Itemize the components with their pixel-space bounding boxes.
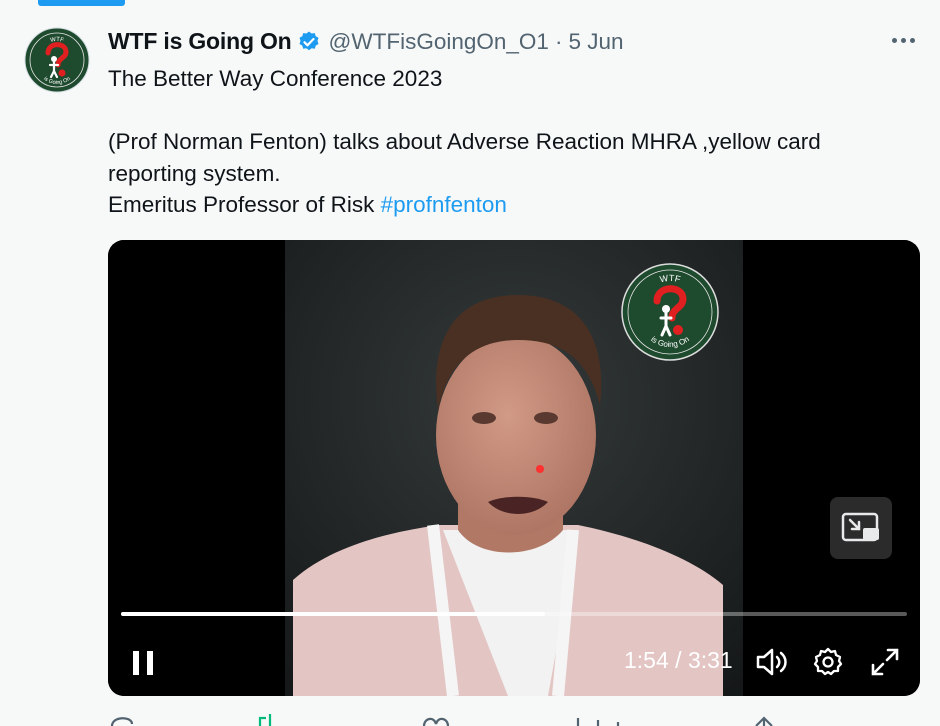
progress-fill — [121, 612, 546, 616]
retweet-icon — [258, 714, 272, 726]
fullscreen-icon — [871, 648, 899, 676]
views-icon — [576, 718, 620, 726]
hashtag-link[interactable]: #profnfenton — [381, 192, 507, 217]
avatar[interactable]: WTF is Going On — [24, 27, 90, 93]
tweet-text-line: The Better Way Conference 2023 — [108, 66, 443, 91]
tweet-text-line: Emeritus Professor of Risk #profnfenton — [108, 189, 908, 221]
tweet-text: The Better Way Conference 2023 (Prof Nor… — [108, 63, 908, 221]
display-name[interactable]: WTF is Going On — [108, 28, 292, 55]
verified-badge-icon — [299, 31, 319, 50]
picture-in-picture-button[interactable] — [830, 497, 892, 559]
progress-bar[interactable] — [121, 612, 907, 616]
settings-button[interactable] — [810, 643, 846, 681]
current-time: 1:54 — [624, 647, 669, 673]
tweet-text-line: reporting system. — [108, 160, 281, 186]
separator-dot: · — [554, 28, 563, 54]
like-icon — [422, 717, 450, 726]
tweet-header: WTF is Going On @WTFisGoingOn_O1 · 5 Jun — [108, 28, 623, 55]
tweet-actions-partial — [110, 714, 773, 726]
more-options-icon[interactable] — [892, 38, 915, 43]
tweet-date[interactable]: 5 Jun — [568, 29, 623, 55]
video-controls: 1:54 / 3:31 — [108, 638, 920, 686]
watermark-top-text: WTF — [659, 273, 682, 285]
avatar-logo-icon: WTF is Going On — [24, 27, 90, 93]
video-player[interactable]: WTF is Going On 1:54 / 3:31 — [108, 240, 920, 696]
time-display: 1:54 / 3:31 — [624, 647, 733, 674]
pause-button[interactable] — [126, 646, 160, 680]
settings-icon — [813, 647, 843, 676]
tweet-text-segment: Emeritus Professor of Risk — [108, 192, 375, 217]
tweet-text-line: (Prof Norman Fenton) talks about Adverse… — [108, 129, 821, 154]
volume-button[interactable] — [754, 643, 790, 681]
watermark-logo-icon: WTF is Going On — [621, 263, 719, 361]
reply-icon — [110, 717, 134, 726]
pause-icon — [133, 651, 153, 675]
picture-in-picture-icon — [841, 512, 879, 542]
share-icon — [755, 716, 773, 726]
volume-icon — [756, 648, 787, 676]
user-handle[interactable]: @WTFisGoingOn_O1 — [329, 29, 549, 55]
video-frame: WTF is Going On — [108, 240, 920, 696]
time-separator: / — [675, 647, 682, 673]
svg-text:WTF: WTF — [659, 273, 682, 285]
duration: 3:31 — [687, 647, 733, 673]
active-tab-indicator — [38, 0, 125, 6]
fullscreen-button[interactable] — [866, 643, 904, 681]
